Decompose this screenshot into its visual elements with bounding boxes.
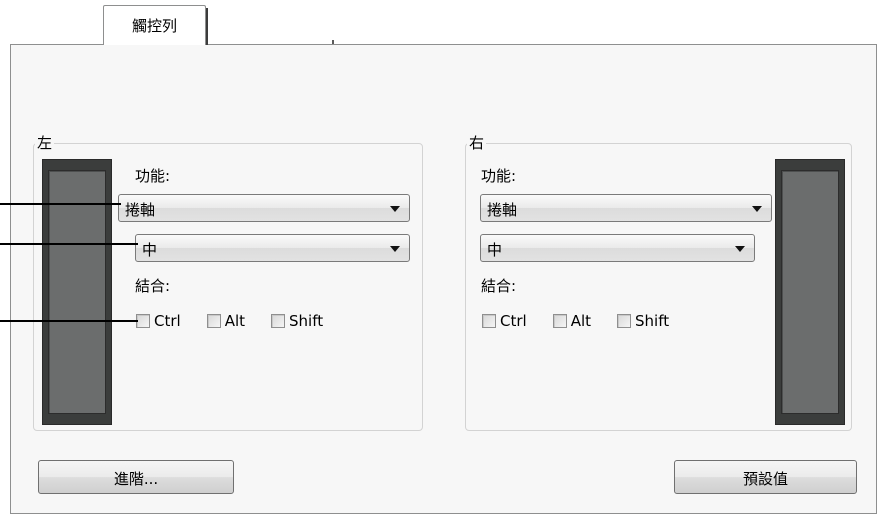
chevron-down-icon	[390, 246, 400, 252]
right-alt-checkbox[interactable]: Alt	[552, 312, 592, 330]
checkbox-box[interactable]	[136, 314, 150, 328]
right-modifier-row: Ctrl Alt Shift	[482, 312, 695, 330]
left-strip-surface	[48, 170, 106, 414]
checkbox-label: Ctrl	[154, 312, 181, 330]
chevron-down-icon	[735, 246, 745, 252]
left-modifier-row: Ctrl Alt Shift	[136, 312, 349, 330]
left-touch-strip	[42, 159, 112, 425]
callout-line-function	[0, 203, 121, 205]
right-modifier-label: 結合:	[481, 277, 517, 295]
checkbox-label: Alt	[224, 312, 246, 330]
left-function-value: 捲軸	[125, 201, 156, 219]
right-touch-strip	[775, 159, 845, 425]
right-function-value: 捲軸	[487, 201, 518, 219]
right-speed-dropdown[interactable]: 中	[480, 234, 755, 262]
tab-touch-strip[interactable]: 觸控列	[103, 5, 208, 45]
left-modifier-label: 結合:	[135, 277, 171, 295]
callout-line-modifiers	[0, 320, 138, 322]
left-group-title: 左	[35, 134, 55, 152]
right-ctrl-checkbox[interactable]: Ctrl	[482, 312, 527, 330]
right-speed-value: 中	[487, 241, 503, 259]
checkbox-label: Shift	[289, 312, 324, 330]
tab-label: 觸控列	[131, 17, 177, 35]
chevron-down-icon	[752, 206, 762, 212]
right-group-title: 右	[467, 134, 487, 152]
left-function-dropdown[interactable]: 捲軸	[118, 194, 410, 222]
right-strip-surface	[781, 170, 839, 414]
checkbox-box[interactable]	[482, 314, 496, 328]
checkbox-label: Shift	[635, 312, 670, 330]
callout-line-speed	[0, 243, 138, 245]
right-function-dropdown[interactable]: 捲軸	[480, 194, 772, 222]
right-shift-checkbox[interactable]: Shift	[617, 312, 669, 330]
checkbox-box[interactable]	[552, 314, 567, 328]
checkbox-box[interactable]	[206, 314, 221, 328]
left-shift-checkbox[interactable]: Shift	[271, 312, 323, 330]
checkbox-box[interactable]	[617, 314, 632, 328]
left-ctrl-checkbox[interactable]: Ctrl	[136, 312, 181, 330]
left-speed-dropdown[interactable]: 中	[135, 234, 410, 262]
checkbox-label: Alt	[570, 312, 592, 330]
left-alt-checkbox[interactable]: Alt	[206, 312, 246, 330]
chevron-down-icon	[390, 206, 400, 212]
checkbox-box[interactable]	[271, 314, 286, 328]
left-speed-value: 中	[142, 241, 158, 259]
right-function-label: 功能:	[481, 167, 517, 185]
default-button[interactable]: 預設值	[674, 460, 857, 494]
advanced-button[interactable]: 進階...	[38, 460, 234, 494]
checkbox-label: Ctrl	[500, 312, 527, 330]
left-function-label: 功能:	[135, 167, 171, 185]
